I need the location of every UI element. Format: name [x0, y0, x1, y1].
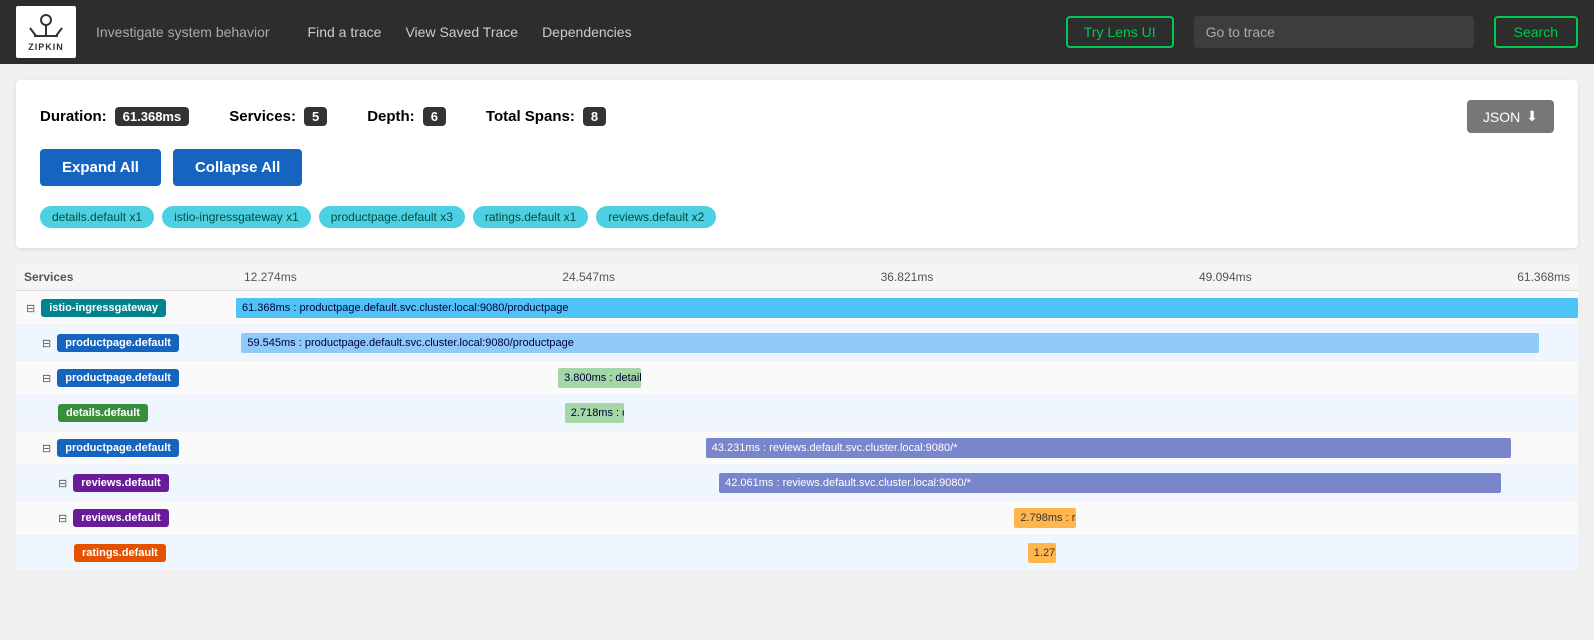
table-row[interactable]: ⊟ reviews.default 42.061ms : reviews.defau…: [16, 466, 1578, 501]
logo-text: ZIPKIN: [28, 42, 64, 52]
service-tags-row: details.default x1 istio-ingressgateway …: [40, 206, 1554, 228]
span-bar[interactable]: 2.798ms : ratings.default.svc.cluster.lo…: [1014, 508, 1076, 528]
download-icon: ⬇: [1526, 108, 1538, 125]
tag-reviews[interactable]: reviews.default x2: [596, 206, 716, 228]
tick-1: 12.274ms: [244, 270, 297, 284]
duration-value: 61.368ms: [115, 107, 190, 126]
search-button[interactable]: Search: [1494, 16, 1578, 48]
depth-label: Depth:: [367, 108, 415, 125]
span-bar[interactable]: 42.061ms : reviews.default.svc.cluster.l…: [719, 473, 1501, 493]
service-cell: ⊟ productpage.default: [16, 330, 236, 356]
service-badge: productpage.default: [57, 439, 179, 457]
table-row[interactable]: ⊟ istio-ingressgateway 61.368ms : productp…: [16, 291, 1578, 326]
table-row[interactable]: ratings.default 1.273ms : ratings.default…: [16, 536, 1578, 571]
logo-box: ZIPKIN: [16, 6, 76, 58]
tag-ratings[interactable]: ratings.default x1: [473, 206, 588, 228]
span-bar-cell: 61.368ms : productpage.default.svc.clust…: [236, 291, 1578, 325]
summary-panel: Duration: 61.368ms Services: 5 Depth: 6 …: [16, 80, 1578, 248]
span-bar[interactable]: 3.800ms : details.default.svc.cluster.lo…: [558, 368, 641, 388]
tag-istio[interactable]: istio-ingressgateway x1: [162, 206, 311, 228]
tag-details[interactable]: details.default x1: [40, 206, 154, 228]
services-column-header: Services: [16, 270, 236, 284]
table-row[interactable]: ⊟ productpage.default 43.231ms : reviews.d…: [16, 431, 1578, 466]
total-spans-value: 8: [583, 107, 606, 126]
service-badge: details.default: [58, 404, 148, 422]
service-badge: productpage.default: [57, 369, 179, 387]
timeline-column-header: 12.274ms 24.547ms 36.821ms 49.094ms 61.3…: [236, 270, 1578, 284]
duration-stat: Duration: 61.368ms: [40, 107, 189, 126]
span-bar-cell: 2.718ms : details.default.svc.cluster.lo…: [236, 396, 1578, 430]
logo[interactable]: ZIPKIN: [16, 6, 76, 58]
span-bar-cell: 43.231ms : reviews.default.svc.cluster.l…: [236, 431, 1578, 465]
service-cell: ratings.default: [16, 540, 236, 566]
service-badge: istio-ingressgateway: [41, 299, 166, 317]
nav-find-trace[interactable]: Find a trace: [300, 20, 390, 44]
total-spans-label: Total Spans:: [486, 108, 575, 125]
navbar-tagline: Investigate system behavior: [96, 24, 270, 40]
table-row[interactable]: ⊟ productpage.default 59.545ms : productpa…: [16, 326, 1578, 361]
try-lens-button[interactable]: Try Lens UI: [1066, 16, 1174, 48]
service-cell: ⊟ istio-ingressgateway: [16, 295, 236, 321]
duration-label: Duration:: [40, 108, 107, 125]
depth-value: 6: [423, 107, 446, 126]
depth-stat: Depth: 6: [367, 107, 446, 126]
timeline-ticks: 12.274ms 24.547ms 36.821ms 49.094ms 61.3…: [236, 270, 1578, 284]
tick-3: 36.821ms: [881, 270, 934, 284]
service-badge: ratings.default: [74, 544, 166, 562]
span-bar-cell: 1.273ms : ratings.default.svc.cluster.lo…: [236, 536, 1578, 570]
collapse-icon[interactable]: ⊟: [42, 372, 51, 385]
span-bar-cell: 2.798ms : ratings.default.svc.cluster.lo…: [236, 501, 1578, 535]
json-download-button[interactable]: JSON ⬇: [1467, 100, 1554, 133]
trace-timeline: Services 12.274ms 24.547ms 36.821ms 49.0…: [16, 264, 1578, 571]
summary-stats-row: Duration: 61.368ms Services: 5 Depth: 6 …: [40, 100, 1554, 133]
table-row[interactable]: details.default 2.718ms : details.default…: [16, 396, 1578, 431]
expand-collapse-row: Expand All Collapse All: [40, 149, 1554, 186]
tick-5: 61.368ms: [1517, 270, 1570, 284]
timeline-header: Services 12.274ms 24.547ms 36.821ms 49.0…: [16, 264, 1578, 291]
expand-all-button[interactable]: Expand All: [40, 149, 161, 186]
services-stat: Services: 5: [229, 107, 327, 126]
span-bar-cell: 3.800ms : details.default.svc.cluster.lo…: [236, 361, 1578, 395]
span-bar-cell: 42.061ms : reviews.default.svc.cluster.l…: [236, 466, 1578, 500]
collapse-icon[interactable]: ⊟: [58, 477, 67, 490]
service-cell: ⊟ productpage.default: [16, 435, 236, 461]
table-row[interactable]: ⊟ reviews.default 2.798ms : ratings.defaul…: [16, 501, 1578, 536]
service-badge: productpage.default: [57, 334, 179, 352]
span-bar[interactable]: 1.273ms : ratings.default.svc.cluster.lo…: [1028, 543, 1056, 563]
span-bar-cell: 59.545ms : productpage.default.svc.clust…: [236, 326, 1578, 360]
service-cell: details.default: [16, 400, 236, 426]
nav-view-saved[interactable]: View Saved Trace: [397, 20, 526, 44]
collapse-icon[interactable]: ⊟: [42, 337, 51, 350]
service-cell: ⊟ reviews.default: [16, 505, 236, 531]
collapse-icon[interactable]: ⊟: [58, 512, 67, 525]
span-bar[interactable]: 61.368ms : productpage.default.svc.clust…: [236, 298, 1578, 318]
service-cell: ⊟ reviews.default: [16, 470, 236, 496]
json-label: JSON: [1483, 109, 1520, 125]
goto-trace-input[interactable]: [1194, 16, 1474, 48]
service-badge: reviews.default: [73, 509, 168, 527]
total-spans-stat: Total Spans: 8: [486, 107, 606, 126]
collapse-icon[interactable]: ⊟: [42, 442, 51, 455]
service-cell: ⊟ productpage.default: [16, 365, 236, 391]
service-badge: reviews.default: [73, 474, 168, 492]
span-bar[interactable]: 2.718ms : details.default.svc.cluster.lo…: [565, 403, 624, 423]
trace-rows-container: ⊟ istio-ingressgateway 61.368ms : productp…: [16, 291, 1578, 571]
navbar-nav: Find a trace View Saved Trace Dependenci…: [300, 20, 640, 44]
nav-dependencies[interactable]: Dependencies: [534, 20, 640, 44]
collapse-icon[interactable]: ⊟: [26, 302, 35, 315]
services-value: 5: [304, 107, 327, 126]
tag-productpage[interactable]: productpage.default x3: [319, 206, 465, 228]
table-row[interactable]: ⊟ productpage.default 3.800ms : details.de…: [16, 361, 1578, 396]
services-label: Services:: [229, 108, 296, 125]
tick-4: 49.094ms: [1199, 270, 1252, 284]
span-bar[interactable]: 43.231ms : reviews.default.svc.cluster.l…: [706, 438, 1511, 458]
collapse-all-button[interactable]: Collapse All: [173, 149, 302, 186]
span-bar[interactable]: 59.545ms : productpage.default.svc.clust…: [241, 333, 1539, 353]
navbar: ZIPKIN Investigate system behavior Find …: [0, 0, 1594, 64]
tick-2: 24.547ms: [562, 270, 615, 284]
